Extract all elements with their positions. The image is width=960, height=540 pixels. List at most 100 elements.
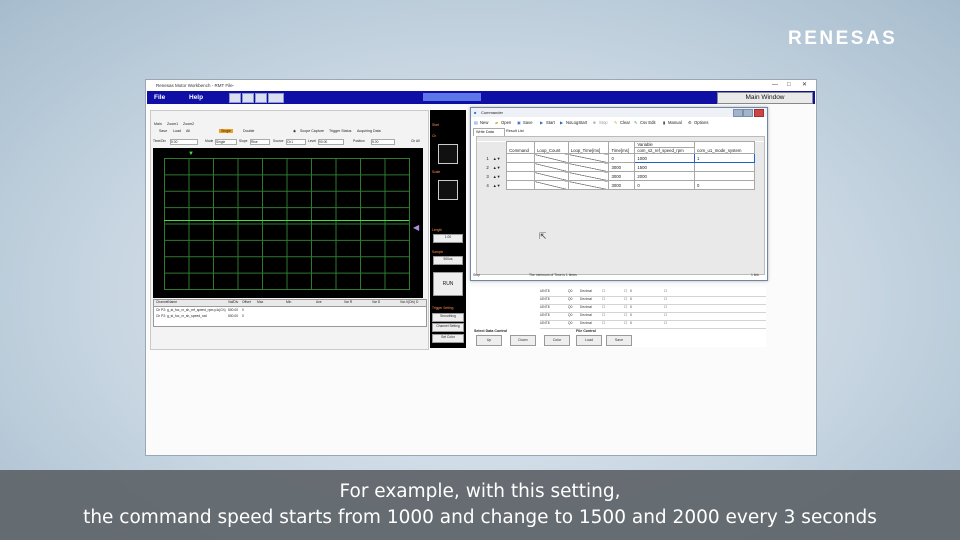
- table-row[interactable]: UINT8 Q0 Decimal ☐ ☐ 0 ☐: [540, 321, 766, 329]
- toolbar-icon-4[interactable]: [268, 93, 284, 103]
- var-checkbox[interactable]: ☐: [664, 297, 667, 301]
- run-button[interactable]: RUN: [433, 272, 463, 296]
- mode-cell[interactable]: [694, 162, 755, 172]
- move-row-arrows-icon[interactable]: ▲▼: [490, 180, 507, 190]
- channel-row[interactable]: Ch P2: g_st_foc_vr_sh_ref_speed_rpm.y.lo…: [156, 308, 424, 313]
- table-row[interactable]: 4 ▲▼ 3000 0 0: [477, 180, 764, 190]
- table-row[interactable]: UINT8 Q0 Decimal ☐ ☐ 0 ☐: [540, 297, 766, 305]
- down-button[interactable]: Down: [510, 335, 536, 346]
- smoothing-button[interactable]: Smoothing: [432, 313, 464, 322]
- save-button[interactable]: Save: [606, 335, 632, 346]
- commander-close-icon[interactable]: [754, 109, 764, 117]
- time-cell[interactable]: 3000: [608, 180, 636, 190]
- var-checkbox[interactable]: ☐: [602, 321, 605, 325]
- table-row[interactable]: UINT8 Q0 Decimal ☐ ☐ 0 ☐: [540, 305, 766, 313]
- save-toolbar-button[interactable]: Save: [523, 118, 533, 127]
- up-button[interactable]: Up: [476, 335, 502, 346]
- command-cell[interactable]: [506, 171, 535, 181]
- camera-icon[interactable]: ◉: [293, 129, 296, 133]
- tab-result-list[interactable]: Result List: [504, 128, 536, 135]
- options-button[interactable]: Options: [694, 118, 708, 127]
- move-row-arrows-icon[interactable]: ▲▼: [490, 171, 507, 181]
- load-button[interactable]: Load: [576, 335, 602, 346]
- table-row[interactable]: UINT8 Q0 Decimal ☐ ☐ 0 ☐: [540, 289, 766, 297]
- trigger-level-arrow-icon[interactable]: ◀: [413, 223, 419, 232]
- toolbar-icon-3[interactable]: [255, 93, 267, 103]
- close-icon[interactable]: ✕: [802, 80, 807, 91]
- var-checkbox[interactable]: ☐: [664, 305, 667, 309]
- time-cell[interactable]: 3000: [608, 171, 636, 181]
- speed-cell[interactable]: 0: [634, 180, 696, 190]
- clear-button[interactable]: Clear: [620, 118, 630, 127]
- sample-field[interactable]: 500us: [433, 256, 463, 265]
- ch-all-button[interactable]: Ch All: [411, 139, 420, 143]
- length-field[interactable]: 1.00: [433, 234, 463, 243]
- channel-setting-button[interactable]: Channel Setting: [432, 323, 464, 332]
- scale-select-box[interactable]: [438, 180, 458, 200]
- scope-plot[interactable]: ▼: [153, 148, 423, 298]
- speed-cell[interactable]: 2000: [634, 171, 696, 181]
- start-button[interactable]: Start: [546, 118, 555, 127]
- analyzer-button[interactable]: [423, 93, 481, 101]
- scope-load-button[interactable]: Load: [173, 129, 181, 133]
- var-checkbox[interactable]: ☐: [664, 313, 667, 317]
- scope-all-select[interactable]: All: [186, 129, 190, 133]
- command-cell[interactable]: [506, 162, 535, 172]
- mode-cell[interactable]: 0: [694, 180, 755, 190]
- trigger-marker-icon[interactable]: ▼: [188, 151, 194, 157]
- color-button[interactable]: Color: [544, 335, 570, 346]
- maximize-icon[interactable]: □: [787, 80, 791, 91]
- command-cell[interactable]: [506, 153, 535, 163]
- var-checkbox[interactable]: ☐: [664, 289, 667, 293]
- menu-file[interactable]: File: [154, 91, 165, 104]
- var-checkbox[interactable]: ☐: [624, 313, 627, 317]
- main-window-button[interactable]: Main Window: [717, 92, 813, 104]
- var-checkbox[interactable]: ☐: [664, 321, 667, 325]
- mode-select[interactable]: Single: [215, 139, 237, 145]
- var-checkbox[interactable]: ☐: [602, 289, 605, 293]
- speed-cell[interactable]: 1000: [634, 153, 696, 163]
- table-row[interactable]: 2 ▲▼ 3000 1500: [477, 162, 764, 172]
- move-row-arrows-icon[interactable]: ▲▼: [490, 162, 507, 172]
- nolog-start-button[interactable]: NoLogStart: [566, 118, 587, 127]
- tab-write-data[interactable]: Write Data: [473, 128, 505, 136]
- mode-cell[interactable]: 1: [694, 153, 755, 163]
- scope-save-button[interactable]: Save: [159, 129, 167, 133]
- move-row-arrows-icon[interactable]: ▲▼: [490, 153, 507, 163]
- channel-row[interactable]: Ch P2: g_st_foc_vr_sh_speed_rad 500.00 0: [156, 314, 424, 319]
- speed-cell[interactable]: 1500: [634, 162, 696, 172]
- ch-select-box[interactable]: [438, 144, 458, 164]
- menu-help[interactable]: Help: [189, 91, 203, 104]
- table-row[interactable]: UINT8 Q0 Decimal ☐ ☐ 0 ☐: [540, 313, 766, 321]
- time-cell[interactable]: 0: [608, 153, 636, 163]
- command-cell[interactable]: [506, 180, 535, 190]
- tab-zoom2[interactable]: Zoom2: [183, 122, 194, 126]
- csv-edit-button[interactable]: Csv Edit: [640, 118, 656, 127]
- table-row[interactable]: 1 ▲▼ 0 1000 1: [477, 153, 764, 163]
- scope-double-button[interactable]: Double: [243, 129, 254, 133]
- var-checkbox[interactable]: ☐: [602, 313, 605, 317]
- var-checkbox[interactable]: ☐: [624, 297, 627, 301]
- var-checkbox[interactable]: ☐: [624, 289, 627, 293]
- commander-minimize-icon[interactable]: [733, 109, 743, 117]
- scope-capture-button[interactable]: Scope Capture: [300, 129, 324, 133]
- mode-cell[interactable]: [694, 171, 755, 181]
- table-row[interactable]: 3 ▲▼ 3000 2000: [477, 171, 764, 181]
- manual-button[interactable]: Manual: [668, 118, 682, 127]
- open-button[interactable]: Open: [501, 118, 511, 127]
- toolbar-icon-2[interactable]: [242, 93, 254, 103]
- position-field[interactable]: 5.00: [371, 139, 395, 145]
- time-cell[interactable]: 3000: [608, 162, 636, 172]
- scope-single-button[interactable]: Single: [219, 129, 233, 133]
- var-checkbox[interactable]: ☐: [624, 305, 627, 309]
- commander-maximize-icon[interactable]: [743, 109, 753, 117]
- source-select[interactable]: Ch1: [286, 139, 306, 145]
- var-checkbox[interactable]: ☐: [624, 321, 627, 325]
- new-button[interactable]: New: [480, 118, 488, 127]
- slope-select[interactable]: Rise: [250, 139, 270, 145]
- tab-zoom1[interactable]: Zoom1: [167, 122, 178, 126]
- stop-button[interactable]: Stop: [599, 118, 608, 127]
- var-checkbox[interactable]: ☐: [602, 305, 605, 309]
- toolbar-icon-1[interactable]: [229, 93, 241, 103]
- var-checkbox[interactable]: ☐: [602, 297, 605, 301]
